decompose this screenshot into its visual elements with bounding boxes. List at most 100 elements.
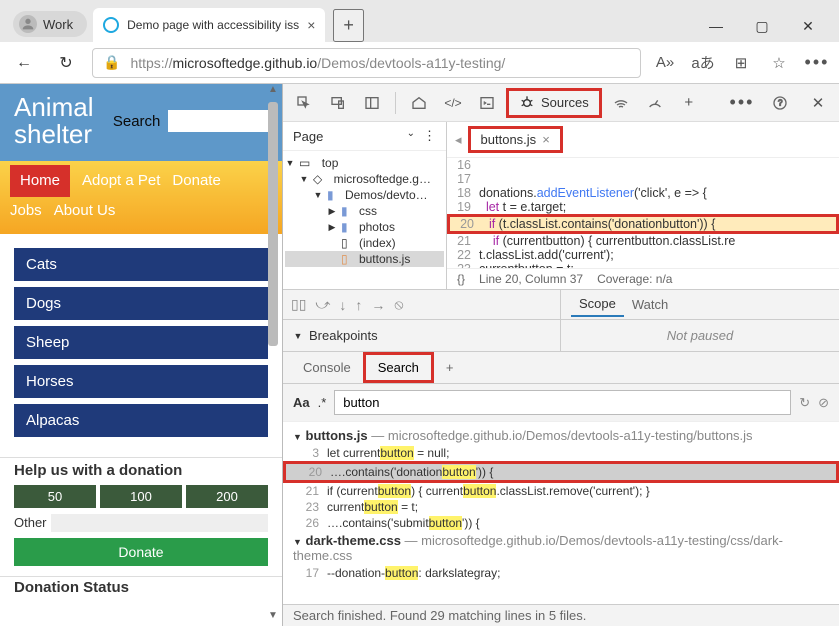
panel-icon[interactable] bbox=[357, 88, 387, 118]
tree-row[interactable]: ▼◇ microsoftedge.g… bbox=[285, 171, 444, 187]
new-tab-button[interactable]: + bbox=[333, 9, 364, 42]
tab-console[interactable]: Console bbox=[291, 355, 363, 380]
more-icon[interactable]: ⋮ bbox=[423, 128, 436, 144]
coverage-status: Coverage: n/a bbox=[597, 272, 672, 286]
chevron-left-icon[interactable]: ◂ bbox=[455, 132, 462, 148]
match-case-toggle[interactable]: Aa bbox=[293, 395, 310, 410]
address-field[interactable]: 🔒 https://microsoftedge.github.io/Demos/… bbox=[92, 48, 641, 78]
nav-donate[interactable]: Donate bbox=[172, 167, 220, 196]
result-file[interactable]: ▼ buttons.js — microsoftedge.github.io/D… bbox=[283, 426, 839, 445]
page-scrollbar[interactable]: ▲ ▼ bbox=[266, 84, 280, 626]
minimize-button[interactable]: ― bbox=[693, 10, 739, 42]
url-prefix: https:// bbox=[130, 55, 172, 71]
profile-badge[interactable]: Work bbox=[13, 11, 87, 37]
result-line[interactable]: 21if (currentbutton) { currentbutton.cla… bbox=[283, 483, 839, 499]
device-icon[interactable] bbox=[323, 88, 353, 118]
breakpoints-section[interactable]: ▼ Breakpoints bbox=[283, 320, 561, 351]
elements-icon[interactable]: </> bbox=[438, 88, 468, 118]
category-button[interactable]: Horses bbox=[14, 365, 268, 398]
tree-row[interactable]: ▯ (index) bbox=[285, 235, 444, 251]
devtools: </> Sources + ••• ? ✕ Page ⌄ bbox=[283, 84, 839, 626]
browser-tab[interactable]: Demo page with accessibility iss × bbox=[93, 8, 325, 42]
not-paused-label: Not paused bbox=[561, 320, 839, 351]
page-search-input[interactable] bbox=[168, 110, 268, 132]
result-line[interactable]: 3let currentbutton = null; bbox=[283, 445, 839, 461]
add-drawer-tab-icon[interactable]: + bbox=[434, 355, 466, 380]
search-label: Search bbox=[113, 113, 161, 130]
settings-icon[interactable]: ••• bbox=[803, 49, 831, 77]
close-devtools-icon[interactable]: ✕ bbox=[803, 88, 833, 118]
refresh-icon[interactable]: ↻ bbox=[799, 395, 810, 411]
donation-amount-button[interactable]: 50 bbox=[14, 485, 96, 508]
step-out-icon[interactable]: ↑ bbox=[355, 297, 362, 313]
result-line[interactable]: 23currentbutton = t; bbox=[283, 499, 839, 515]
network-icon[interactable] bbox=[606, 88, 636, 118]
nav-about[interactable]: About Us bbox=[54, 197, 116, 226]
chevron-down-icon[interactable]: ⌄ bbox=[407, 128, 415, 144]
refresh-button[interactable]: ↻ bbox=[50, 47, 82, 79]
donation-amount-button[interactable]: 200 bbox=[186, 485, 268, 508]
close-icon[interactable]: × bbox=[542, 132, 550, 147]
category-button[interactable]: Cats bbox=[14, 248, 268, 281]
person-icon bbox=[19, 15, 37, 33]
clear-icon[interactable]: ⊘ bbox=[818, 395, 829, 411]
window-controls: ― ▢ ✕ bbox=[693, 10, 831, 42]
category-button[interactable]: Dogs bbox=[14, 287, 268, 320]
window-titlebar: Work Demo page with accessibility iss × … bbox=[0, 0, 839, 42]
file-tab[interactable]: buttons.js × bbox=[468, 126, 563, 153]
deactivate-breakpoints-icon[interactable]: ⦸ bbox=[394, 296, 403, 313]
back-button[interactable]: ← bbox=[8, 47, 40, 79]
result-line[interactable]: 20….contains('donationbutton')) { bbox=[283, 461, 839, 483]
search-input[interactable] bbox=[334, 390, 791, 415]
welcome-icon[interactable] bbox=[404, 88, 434, 118]
close-window-button[interactable]: ✕ bbox=[785, 10, 831, 42]
favorite-icon[interactable]: ☆ bbox=[765, 49, 793, 77]
tree-row[interactable]: ▶▮ css bbox=[285, 203, 444, 219]
devtools-toolbar: </> Sources + ••• ? ✕ bbox=[283, 84, 839, 122]
close-icon[interactable]: × bbox=[307, 17, 315, 33]
tab-search[interactable]: Search bbox=[363, 352, 434, 383]
collections-icon[interactable]: ⊞ bbox=[727, 49, 755, 77]
inspect-icon[interactable] bbox=[289, 88, 319, 118]
tree-row[interactable]: ▶▮ photos bbox=[285, 219, 444, 235]
nav-jobs[interactable]: Jobs bbox=[10, 197, 42, 226]
step-into-icon[interactable]: ↓ bbox=[339, 297, 346, 313]
category-button[interactable]: Sheep bbox=[14, 326, 268, 359]
tree-row[interactable]: ▯ buttons.js bbox=[285, 251, 444, 267]
console-icon[interactable] bbox=[472, 88, 502, 118]
url-path: /Demos/devtools-a11y-testing/ bbox=[317, 55, 505, 71]
nav-adopt[interactable]: Adopt a Pet bbox=[82, 167, 160, 196]
url-bar: ← ↻ 🔒 https://microsoftedge.github.io/De… bbox=[0, 42, 839, 84]
read-aloud-icon[interactable]: A» bbox=[651, 49, 679, 77]
donation-heading: Help us with a donation bbox=[0, 457, 282, 485]
result-file[interactable]: ▼ dark-theme.css — microsoftedge.github.… bbox=[283, 531, 839, 565]
maximize-button[interactable]: ▢ bbox=[739, 10, 785, 42]
pause-icon[interactable]: ▯▯ bbox=[291, 296, 306, 313]
translate-icon[interactable]: aあ bbox=[689, 49, 717, 77]
tab-watch[interactable]: Watch bbox=[624, 293, 676, 316]
braces-icon[interactable]: {} bbox=[457, 272, 465, 286]
code-editor[interactable]: 16 17 18donations.addEventListener('clic… bbox=[447, 158, 839, 268]
tab-scope[interactable]: Scope bbox=[571, 292, 624, 317]
donate-button[interactable]: Donate bbox=[14, 538, 268, 566]
page-nav: Home Adopt a Pet Donate Jobs About Us bbox=[0, 161, 282, 234]
add-tab-icon[interactable]: + bbox=[674, 88, 704, 118]
result-line[interactable]: 26….contains('submitbutton')) { bbox=[283, 515, 839, 531]
performance-icon[interactable] bbox=[640, 88, 670, 118]
result-line[interactable]: 17--donation-button: darkslategray; bbox=[283, 565, 839, 581]
help-icon[interactable]: ? bbox=[765, 88, 795, 118]
donation-amount-button[interactable]: 100 bbox=[100, 485, 182, 508]
tree-row[interactable]: ▼▭ top bbox=[285, 155, 444, 171]
tab-sources[interactable]: Sources bbox=[506, 88, 602, 118]
nav-home[interactable]: Home bbox=[10, 165, 70, 198]
step-over-icon[interactable]: ⤻ bbox=[315, 296, 330, 313]
category-button[interactable]: Alpacas bbox=[14, 404, 268, 437]
scroll-thumb[interactable] bbox=[268, 102, 278, 346]
more-icon[interactable]: ••• bbox=[727, 88, 757, 118]
svg-text:?: ? bbox=[778, 98, 783, 107]
regex-toggle[interactable]: .* bbox=[318, 395, 327, 410]
tree-row[interactable]: ▼▮ Demos/devto… bbox=[285, 187, 444, 203]
other-amount-input[interactable] bbox=[51, 514, 268, 532]
step-icon[interactable]: → bbox=[371, 297, 385, 313]
site-info-icon[interactable]: 🔒 bbox=[103, 54, 120, 71]
